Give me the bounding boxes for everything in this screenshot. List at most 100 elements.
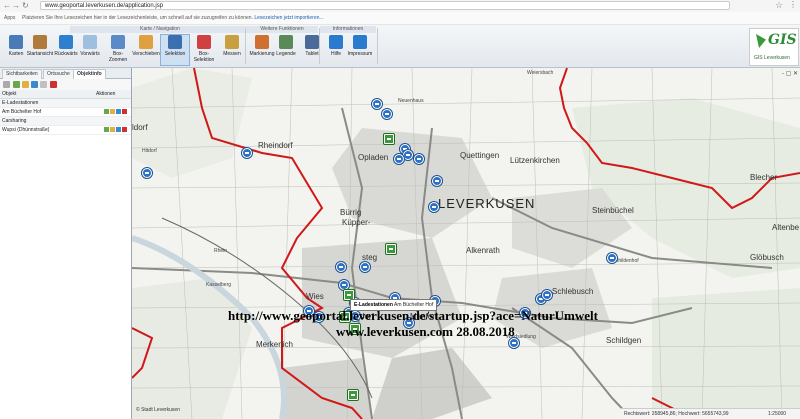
delete-icon[interactable] [50, 81, 57, 88]
charging-station-marker-icon[interactable] [336, 262, 346, 272]
charging-station-marker-icon[interactable] [142, 168, 152, 178]
zoom-to-icon[interactable] [13, 81, 20, 88]
tool-label: Impressum [347, 51, 373, 57]
charging-station-marker-icon[interactable] [242, 148, 252, 158]
map-label-steg: steg [362, 253, 378, 262]
import-bookmarks-link[interactable]: Lesezeichen jetzt importieren... [254, 15, 323, 21]
tool-label: Box-Selektion [193, 51, 215, 63]
zoom-to-icon[interactable] [104, 109, 109, 114]
gis-logo: GIS GIS Leverkusen [749, 28, 799, 66]
tool-icon [279, 35, 293, 49]
row-label: E-Ladestationen [2, 100, 39, 106]
delete-icon[interactable] [122, 109, 127, 114]
map-label-rhein: Rhein [214, 248, 228, 254]
column-actions: Aktionen [96, 91, 116, 97]
group-title-more: Weitere Funktionen [246, 26, 318, 33]
charging-station-marker-icon[interactable] [429, 202, 439, 212]
map-label-ldorf: ldorf [132, 123, 148, 132]
map-label-opladen: Opladen [358, 153, 389, 162]
object-row[interactable]: Am Büchelter Hof [0, 108, 131, 117]
delete-icon[interactable] [122, 127, 127, 132]
apps-link[interactable]: Apps [4, 12, 15, 24]
tool-button-8[interactable]: Messen [218, 35, 246, 57]
tab-objektinfo[interactable]: Objektinfo [73, 69, 106, 79]
tool-icon [168, 35, 182, 49]
tab-sichtbarkeiten[interactable]: Sichtbarkeiten [2, 69, 42, 79]
info-icon[interactable] [31, 81, 38, 88]
map-label-luetzenkirchen: Lützenkirchen [510, 156, 560, 165]
bookmark-star-icon[interactable]: ☆ [775, 0, 783, 11]
map-view[interactable]: Rheindorf Opladen Quettingen Lützenkirch… [132, 68, 800, 419]
layer-group-row[interactable]: E-Ladestationen [0, 99, 131, 108]
map-label-schildgen: Schildgen [606, 336, 642, 345]
tool-label: Legende [276, 51, 296, 57]
tool-icon [197, 35, 211, 49]
tool-button-7[interactable]: Box-Selektion [190, 35, 218, 63]
tool-button-1[interactable]: Startansicht [26, 35, 54, 57]
map-canvas [132, 68, 800, 419]
map-label-gloebusch: Glöbusch [750, 253, 784, 262]
charging-station-marker-icon[interactable] [607, 253, 617, 263]
row-label: Carsharing [2, 118, 27, 124]
collapse-icon[interactable] [3, 81, 10, 88]
tool-icon [353, 35, 367, 49]
tool-icon [9, 35, 23, 49]
tool-button-5[interactable]: Verschieben [132, 35, 160, 57]
tool-button-6[interactable]: Selektion [160, 34, 190, 66]
tool-icon [83, 35, 97, 49]
charging-station-marker-icon[interactable] [382, 109, 392, 119]
info-icon[interactable] [116, 109, 121, 114]
map-label-wiesdorf: Wies [306, 292, 324, 301]
tool-icon [59, 35, 73, 49]
tool-label: Vorwärts [80, 51, 100, 57]
tool-icon [305, 35, 319, 49]
layer-group-row[interactable]: Carsharing [0, 117, 131, 126]
tool-button-4[interactable]: Box-Zoomen [104, 35, 132, 63]
charging-station-marker-icon[interactable] [542, 290, 552, 300]
tool-button-10[interactable]: Legende [272, 35, 300, 57]
tool-label: Box-Zoomen [108, 51, 128, 63]
zoom-to-icon[interactable] [104, 127, 109, 132]
charging-station-marker-icon[interactable] [372, 99, 382, 109]
charging-station-marker-icon[interactable] [432, 176, 442, 186]
tool-label: Verschieben [132, 51, 160, 57]
map-label-kuepper: Küpper- [342, 218, 371, 227]
tool-button-3[interactable]: Vorwärts [76, 35, 104, 57]
browser-menu-icon[interactable]: ⋮ [789, 0, 797, 9]
forward-icon[interactable]: → [12, 1, 20, 10]
row-actions [103, 109, 127, 117]
tool-icon [255, 35, 269, 49]
charging-station-marker-icon[interactable] [414, 154, 424, 164]
map-label-blecher: Blecher [750, 173, 778, 182]
carsharing-marker-icon[interactable] [384, 134, 394, 144]
tool-label: Selektion [164, 51, 186, 57]
bookmarks-bar: Apps Platzieren Sie Ihre Lesezeichen hie… [0, 12, 800, 25]
map-window-controls[interactable]: - ▢ ✕ [782, 70, 798, 77]
print-icon[interactable] [40, 81, 47, 88]
charging-station-marker-icon[interactable] [360, 262, 370, 272]
ribbon-toolbar: Karte / Navigation Weitere Funktionen In… [0, 25, 800, 68]
ribbon-separator [245, 28, 246, 64]
edit-icon[interactable] [22, 81, 29, 88]
charging-station-marker-icon[interactable] [394, 154, 404, 164]
url-input[interactable]: www.geoportal.leverkusen.de/application.… [40, 1, 730, 10]
group-title-info: Informationen [320, 26, 376, 33]
edit-icon[interactable] [110, 109, 115, 114]
tool-button-13[interactable]: Impressum [346, 35, 374, 57]
coordinate-status: Rechtswert: 358945,86; Hochwert: 5655743… [620, 408, 800, 419]
tab-ortssuche[interactable]: Ortssuche [43, 69, 74, 79]
carsharing-marker-icon[interactable] [386, 244, 396, 254]
charging-station-marker-icon[interactable] [403, 150, 413, 160]
group-title-navigation: Karte / Navigation [70, 26, 250, 33]
edit-icon[interactable] [110, 127, 115, 132]
charging-station-marker-icon[interactable] [339, 280, 349, 290]
object-row[interactable]: Wupsi (Dhünnstraße) [0, 126, 131, 135]
back-icon[interactable]: ← [3, 1, 11, 10]
scale-select[interactable]: 1:25000 [768, 409, 786, 419]
column-object: Objekt [2, 91, 17, 97]
carsharing-marker-icon[interactable] [348, 390, 358, 400]
reload-icon[interactable]: ↻ [22, 1, 29, 10]
map-label-hitdorf: Hitdorf [142, 148, 157, 154]
info-icon[interactable] [116, 127, 121, 132]
side-panel: Sichtbarkeiten Ortssuche Objektinfo Obje… [0, 68, 132, 419]
